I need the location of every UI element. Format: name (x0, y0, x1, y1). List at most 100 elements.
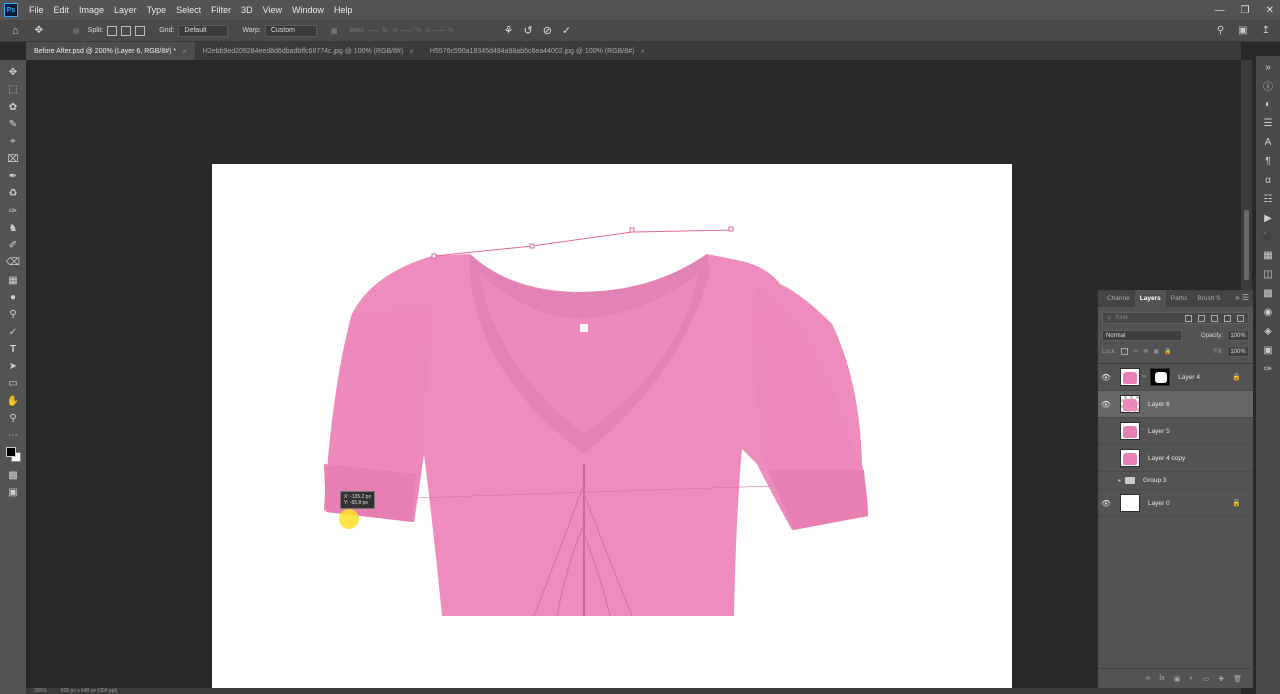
adjustment-filter-icon[interactable] (1198, 314, 1205, 322)
paragraph-icon[interactable]: ¶ (1259, 152, 1277, 170)
close-tab-icon[interactable]: × (409, 47, 414, 56)
close-tab-icon[interactable]: × (182, 47, 187, 56)
commit-icon[interactable]: ✓ (562, 24, 571, 37)
rectangle-tool-icon[interactable]: ▭ (3, 375, 23, 392)
screen-mode-icon[interactable]: ▣ (3, 484, 23, 501)
patterns-icon[interactable]: ▩ (1259, 285, 1277, 303)
quick-mask-icon[interactable]: ▩ (3, 467, 23, 484)
marquee-tool-icon[interactable]: ⬚ (3, 81, 23, 98)
minimize-icon[interactable]: — (1215, 5, 1225, 16)
grid-select[interactable]: Default (178, 24, 229, 37)
gradients-icon[interactable]: ◫ (1259, 266, 1277, 284)
blur-tool-icon[interactable]: ● (3, 289, 23, 306)
lasso-tool-icon[interactable]: ✿ (3, 99, 23, 116)
menu-select[interactable]: Select (171, 0, 206, 20)
puppet-icon[interactable]: ⚘ (504, 24, 514, 37)
type-tool-icon[interactable]: T (3, 341, 23, 358)
brushes-icon[interactable]: ⚫ (1259, 228, 1277, 246)
frame-tool-icon[interactable]: ⌧ (3, 150, 23, 167)
filter-kind[interactable]: Kind (1115, 315, 1127, 321)
lock-pixels-icon[interactable]: ✑ (1133, 348, 1138, 355)
menu-filter[interactable]: Filter (206, 0, 236, 20)
canvas-area[interactable]: X: -135.2 px Y: -65.8 px (26, 60, 1241, 688)
pixel-filter-icon[interactable] (1185, 314, 1192, 322)
smart-object-filter-icon[interactable] (1237, 314, 1244, 322)
panel-menu-icon[interactable]: » ☰ (1235, 293, 1249, 302)
split-cross-icon[interactable] (107, 25, 118, 36)
tab-image-2[interactable]: H2ebb9ed209284eed8d6dbadbffc68774c.jpg @… (194, 42, 422, 60)
layer-row[interactable]: 👁 Layer 0 🔒 (1098, 490, 1253, 517)
zoom-tool-icon[interactable]: ⚲ (3, 410, 23, 427)
search-icon[interactable]: ⚲ (1217, 25, 1224, 36)
blend-mode-select[interactable]: Normal (1102, 330, 1182, 341)
workspace-icon[interactable]: ▣ (1238, 25, 1247, 36)
zoom-level[interactable]: 200% (34, 688, 47, 694)
close-tab-icon[interactable]: × (640, 47, 645, 56)
menu-3d[interactable]: 3D (236, 0, 258, 20)
gradient-tool-icon[interactable]: ▦ (3, 272, 23, 289)
type-filter-icon[interactable] (1211, 314, 1218, 322)
layer-row[interactable]: 👁 Layer 4 copy (1098, 445, 1253, 472)
move-tool-icon[interactable]: ✥ (3, 64, 23, 81)
visibility-eye-icon[interactable]: 👁 (1098, 373, 1114, 382)
document-canvas[interactable]: X: -135.2 px Y: -65.8 px (212, 164, 1012, 688)
dodge-tool-icon[interactable]: ⚲ (3, 306, 23, 323)
actions-icon[interactable]: ▶ (1259, 209, 1277, 227)
collapse-icon[interactable]: » (1259, 58, 1277, 76)
paths-icon[interactable]: ✑ (1259, 360, 1277, 378)
delete-layer-icon[interactable]: 🗑 (1233, 675, 1242, 683)
menu-file[interactable]: File (24, 0, 49, 20)
menu-layer[interactable]: Layer (109, 0, 142, 20)
layer-style-icon[interactable]: fx (1159, 675, 1164, 682)
warp-mode-icon[interactable]: ▦ (73, 27, 80, 35)
reset-icon[interactable]: ↺ (523, 24, 532, 37)
character-icon[interactable]: A (1259, 134, 1277, 152)
menu-image[interactable]: Image (74, 0, 109, 20)
crop-tool-icon[interactable]: ⌖ (3, 133, 23, 150)
hand-tool-icon[interactable]: ✋ (3, 393, 23, 410)
layer-name[interactable]: Layer 0 (1148, 500, 1170, 507)
menu-view[interactable]: View (258, 0, 287, 20)
layer-row[interactable]: 👁 Layer 6 (1098, 391, 1253, 418)
home-icon[interactable]: ⌂ (12, 25, 19, 37)
healing-brush-tool-icon[interactable]: ♻ (3, 185, 23, 202)
restore-icon[interactable]: ❐ (1241, 5, 1250, 16)
link-layers-icon[interactable]: ∞ (1145, 675, 1150, 682)
layer-name[interactable]: Layer 4 copy (1148, 455, 1185, 462)
layer-name[interactable]: Layer 5 (1148, 428, 1170, 435)
visibility-eye-icon[interactable]: 👁 (1098, 499, 1114, 508)
split-horizontal-icon[interactable] (135, 25, 146, 36)
foreground-color-swatch[interactable] (6, 446, 16, 457)
layers-panel-icon[interactable]: ◈ (1259, 322, 1277, 340)
styles-icon[interactable]: ◉ (1259, 304, 1277, 322)
layer-row[interactable]: 👁 ∞ Layer 4 🔒 (1098, 364, 1253, 391)
warp-select[interactable]: Custom (264, 24, 317, 37)
stamp-tool-icon[interactable]: ♞ (3, 220, 23, 237)
eyedropper-tool-icon[interactable]: ✒ (3, 168, 23, 185)
properties-icon[interactable]: ☰ (1259, 115, 1277, 133)
more-tools-icon[interactable]: ⋯ (3, 427, 23, 444)
color-icon[interactable]: ◐ (1259, 96, 1277, 114)
path-select-tool-icon[interactable]: ➤ (3, 358, 23, 375)
menu-edit[interactable]: Edit (49, 0, 75, 20)
tab-before-after[interactable]: Before After.psd @ 200% (Layer 6, RGB/8#… (26, 42, 195, 60)
channels-icon[interactable]: ▣ (1259, 341, 1277, 359)
layer-mask-thumbnail[interactable] (1150, 368, 1171, 386)
lock-transparent-icon[interactable] (1121, 348, 1129, 355)
layer-name[interactable]: Layer 6 (1148, 401, 1170, 408)
adjustment-layer-icon[interactable]: ◐ (1189, 675, 1193, 682)
lock-artboard-icon[interactable]: ▣ (1153, 348, 1159, 355)
new-group-icon[interactable]: ▭ (1203, 675, 1210, 683)
eraser-tool-icon[interactable]: ⌫ (3, 254, 23, 271)
visibility-eye-icon[interactable]: 👁 (1098, 400, 1114, 409)
new-layer-icon[interactable]: ✚ (1218, 675, 1224, 683)
group-name[interactable]: Group 3 (1143, 477, 1167, 484)
split-vertical-icon[interactable] (121, 25, 132, 36)
layer-row[interactable]: 👁 Layer 5 (1098, 418, 1253, 445)
lock-position-icon[interactable]: ✥ (1143, 348, 1148, 355)
adjustments-icon[interactable]: ☷ (1259, 190, 1277, 208)
layer-filter[interactable]: ⚲ Kind (1102, 312, 1249, 324)
history-brush-tool-icon[interactable]: ✐ (3, 237, 23, 254)
visibility-eye-icon[interactable]: 👁 (1098, 476, 1114, 485)
group-row[interactable]: 👁 ▸ Group 3 (1098, 472, 1253, 490)
